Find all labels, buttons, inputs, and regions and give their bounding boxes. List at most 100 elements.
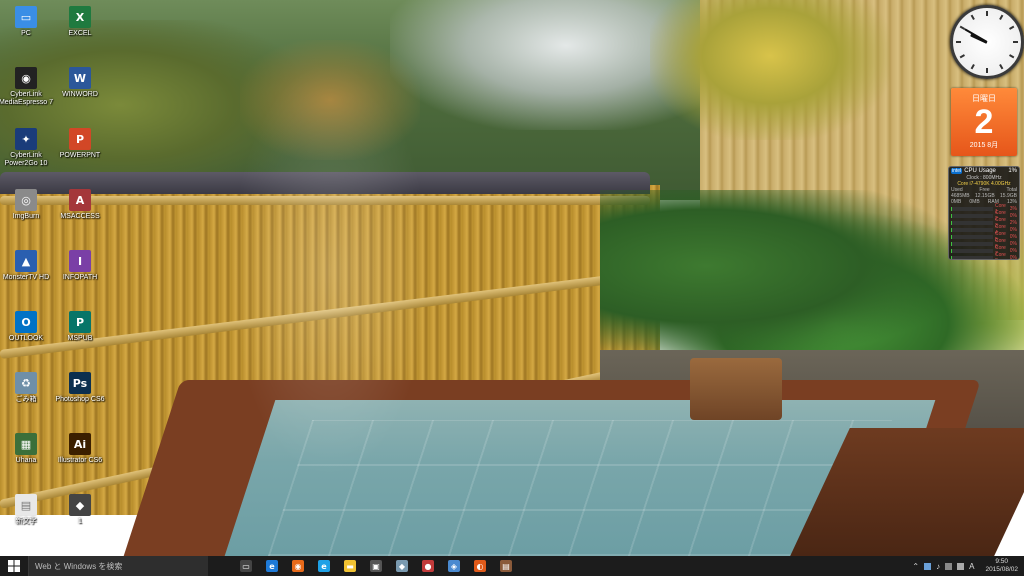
desktop-icon-label: POWERPNT [59,152,101,159]
action-center-icon[interactable] [945,562,953,570]
taskbar: Web と Windows を検索 ▭ e ◉ e ▬ ▣ ◆ ● ◈ ◐ ▤ ⌃ ♪ A 9:50… [0,556,1024,576]
desktop-icon-label: Illustrator CS6 [57,457,103,464]
desktop-icon-label: MSACCESS [60,213,100,220]
taskbar-edge-button[interactable]: e [262,557,282,575]
taskbar-time: 9:50 [995,558,1009,565]
cpu-core-bar-fill [951,206,953,211]
calendar-gadget[interactable]: 日曜日 2 2015 8月 [951,88,1017,156]
keyboard-icon[interactable] [957,562,965,570]
show-hidden-icons-chevron-icon[interactable]: ⌃ [912,562,919,571]
calendar-weekday: 日曜日 [972,94,996,103]
app-d-icon: ◐ [474,560,486,572]
network-icon[interactable] [924,562,932,570]
taskbar-firefox-button[interactable]: ◉ [288,557,308,575]
recycle-icon: ♻ [15,372,37,394]
taskbar-app-e-button[interactable]: ▤ [496,557,516,575]
taskbar-app-d-button[interactable]: ◐ [470,557,490,575]
taskbar-search-box[interactable]: Web と Windows を検索 [28,556,208,576]
ie-icon: e [318,560,330,572]
cpu-core-bar [951,241,993,246]
desktop-icon-powerpnt[interactable]: P POWERPNT [48,128,112,160]
clock-gadget[interactable] [950,5,1024,79]
clock-tick [999,64,1004,70]
desktop-icon-label: INFOPATH [62,274,98,281]
desktop-icon-label: WINWORD [62,91,98,98]
app-e-icon: ▤ [500,560,512,572]
cpu-core-bar-fill [951,220,952,225]
clock-tick [1009,25,1015,30]
desktop-icon-label: Photoshop CS6 [55,396,105,403]
cpu-core-value: 0% [1009,254,1017,260]
clock-tick [970,64,975,70]
cpu-core-value: 0% [1009,233,1017,240]
illustrator-icon: Ai [69,433,91,455]
clock-tick [1013,41,1018,43]
desktop-icon-illustrator[interactable]: Ai Illustrator CS6 [48,433,112,465]
desktop-wallpaper [0,0,1024,556]
swap-used: 0MB [951,199,962,205]
swap-free: 0MB [969,199,980,205]
cpu-core-value: 0% [1009,226,1017,233]
desktop-icon-mspub[interactable]: P MSPUB [48,311,112,343]
wallpaper-maple-tree [650,0,890,140]
calendar-day: 2 [974,103,994,141]
powerpnt-icon: P [69,128,91,150]
infopath-icon: I [69,250,91,272]
cpu-core-bar [951,248,993,253]
desktop-icon-photoshop[interactable]: Ps Photoshop CS6 [48,372,112,404]
explorer-icon: ▬ [344,560,356,572]
desktop-icon-msaccess[interactable]: A MSACCESS [48,189,112,221]
mspub-icon: P [69,311,91,333]
start-button[interactable] [0,556,28,576]
wallpaper-wooden-spout [690,358,782,420]
msaccess-icon: A [69,189,91,211]
task-view-icon: ▭ [240,560,252,572]
clock-tick [956,41,961,43]
desktop-icon-infopath[interactable]: I INFOPATH [48,250,112,282]
wallpaper-steam [230,60,430,480]
pc-icon: ▭ [15,6,37,28]
calendar-year-month: 2015 8月 [969,142,999,149]
desktop-icon-shortcut1[interactable]: ◆ 1 [48,494,112,526]
taskbar-store-button[interactable]: ▣ [366,557,386,575]
cpu-core-bar-fill [951,213,952,218]
taskbar-app-a-button[interactable]: ◆ [392,557,412,575]
cpu-core-bar-fill [951,241,952,246]
app-c-icon: ◈ [448,560,460,572]
winword-icon: W [69,67,91,89]
clock-tick [986,68,988,73]
taskbar-task-view-button[interactable]: ▭ [236,557,256,575]
shortcut1-icon: ◆ [69,494,91,516]
cpu-core-bar [951,255,993,259]
cpu-core-value: 0% [1009,240,1017,247]
taskbar-clock[interactable]: 9:50 2015/08/02 [985,558,1018,574]
desktop-icon-winword[interactable]: W WINWORD [48,67,112,99]
cpu-gadget-title: CPU Usage [964,168,996,174]
system-tray: ⌃ ♪ A 9:50 2015/08/02 [912,556,1024,576]
monstertv-icon: ▲ [15,250,37,272]
edge-icon: e [266,560,278,572]
taskbar-pinned-apps: ▭ e ◉ e ▬ ▣ ◆ ● ◈ ◐ ▤ [236,557,516,575]
cpu-core-row: Core 80% [949,252,1019,260]
cpu-core-value: 0% [1009,212,1017,219]
imgburn-icon: ◎ [15,189,37,211]
textfile-icon: ▤ [15,494,37,516]
taskbar-explorer-button[interactable]: ▬ [340,557,360,575]
taskbar-date: 2015/08/02 [985,566,1018,573]
intel-logo-icon: intel [951,168,963,174]
clock-minute-hand [963,28,988,43]
ime-indicator[interactable]: A [969,562,974,571]
clock-tick [959,54,965,59]
cpu-core-bar [951,213,993,218]
cpu-total-percent: 1% [1008,168,1017,174]
volume-icon[interactable]: ♪ [936,562,940,571]
cpu-core-bar [951,220,993,225]
taskbar-app-c-button[interactable]: ◈ [444,557,464,575]
taskbar-ie-button[interactable]: e [314,557,334,575]
cpu-usage-gadget[interactable]: intel CPU Usage 1% Clock : 800MHz Core i… [948,166,1020,260]
cpu-core-bar-fill [951,255,952,259]
photoshop-icon: Ps [69,372,91,394]
desktop-icon-excel[interactable]: X EXCEL [48,6,112,38]
taskbar-app-b-button[interactable]: ● [418,557,438,575]
windows-logo-icon [8,560,20,572]
